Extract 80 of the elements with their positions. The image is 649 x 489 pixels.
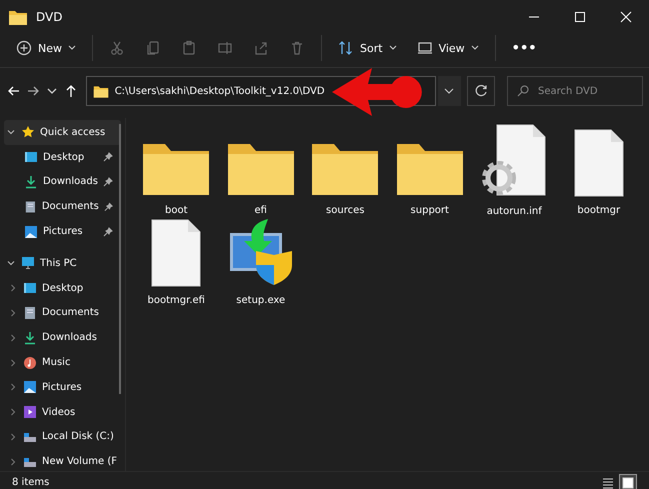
sidebar-item[interactable]: Pictures <box>4 374 121 400</box>
document-icon <box>23 306 37 320</box>
trash-icon <box>289 40 305 56</box>
close-icon <box>618 10 634 22</box>
file-name[interactable]: setup.exe <box>236 295 286 306</box>
download-icon <box>24 174 38 189</box>
chevron-down-icon <box>470 45 479 51</box>
file-name[interactable]: support <box>410 205 449 216</box>
view-button[interactable]: View <box>408 34 487 62</box>
download-icon <box>23 330 37 345</box>
sidebar-item[interactable]: Downloads <box>4 170 121 194</box>
refresh-icon <box>474 84 488 98</box>
chevron-right-icon <box>8 382 18 392</box>
sidebar-item[interactable]: Quick access <box>4 120 121 145</box>
search-field[interactable]: Search DVD <box>506 76 643 106</box>
chevron-right-icon <box>8 358 18 368</box>
plus-circle-icon <box>16 40 32 56</box>
chevron-right-icon <box>8 283 18 294</box>
blank-file-icon <box>572 129 625 197</box>
sidebar-item[interactable]: New Volume (F <box>4 449 121 471</box>
file-name[interactable]: autorun.inf <box>486 206 542 217</box>
folder-icon <box>396 141 464 197</box>
icons-view-button[interactable] <box>619 474 637 489</box>
clipboard-icon <box>181 40 197 56</box>
refresh-button[interactable] <box>466 76 495 106</box>
file-name[interactable]: sources <box>326 205 364 216</box>
chevron-down-icon <box>388 45 397 51</box>
chevron-right-icon <box>8 456 18 467</box>
file-name[interactable]: boot <box>164 205 188 216</box>
installer-icon <box>228 217 294 287</box>
folder-icon <box>311 141 380 197</box>
sidebar-item[interactable]: Local Disk (C:) <box>4 424 121 450</box>
file-name[interactable]: bootmgr <box>577 205 620 216</box>
rename-icon <box>217 40 233 56</box>
share-icon <box>253 40 269 56</box>
new-button[interactable]: New <box>8 34 84 62</box>
copy-icon <box>145 40 161 56</box>
sidebar-item[interactable]: This PC <box>4 250 121 276</box>
list-icon <box>602 476 614 488</box>
sort-arrows-icon <box>338 40 354 56</box>
monitor-icon <box>416 40 433 56</box>
item-count: 8 items <box>12 477 50 488</box>
chevron-right-icon <box>8 407 18 418</box>
address-dropdown-button[interactable] <box>438 76 461 106</box>
chevron-right-icon <box>8 332 18 343</box>
search-icon <box>516 85 529 97</box>
monitor-icon <box>21 256 35 270</box>
chevron-down-icon <box>68 45 76 51</box>
video-icon <box>23 405 37 420</box>
desktop-icon <box>24 150 38 164</box>
sidebar-item[interactable]: Downloads <box>4 325 121 350</box>
star-icon <box>21 125 35 140</box>
sidebar-item[interactable]: Videos <box>4 400 121 425</box>
window-title: DVD <box>36 10 62 24</box>
sidebar-item[interactable]: Desktop <box>4 144 121 170</box>
chevron-right-icon <box>8 308 18 318</box>
desktop-icon <box>23 281 37 296</box>
address-path: C:\Users\sakhi\Desktop\Toolkit_v12.0\DVD <box>114 86 325 96</box>
sidebar-item[interactable]: Pictures <box>4 219 121 244</box>
scissors-icon <box>109 40 125 56</box>
file-name[interactable]: efi <box>254 205 267 216</box>
sidebar-item[interactable]: Music <box>4 350 121 375</box>
sidebar-item[interactable]: Documents <box>4 300 121 326</box>
sidebar-item[interactable]: Documents <box>4 194 121 220</box>
maximize-icon <box>572 10 588 22</box>
folder-icon <box>226 141 295 197</box>
chevron-down-icon <box>444 88 454 94</box>
folder-icon <box>142 141 210 197</box>
picture-icon <box>23 380 37 394</box>
blank-file-icon <box>150 219 202 287</box>
document-icon <box>24 200 37 214</box>
music-icon <box>23 356 37 370</box>
sidebar-item[interactable]: Desktop <box>4 276 121 301</box>
tile-icon <box>622 476 634 488</box>
chevron-right-icon <box>8 432 18 442</box>
more-button[interactable]: ••• <box>504 34 545 62</box>
picture-icon <box>24 224 38 239</box>
file-name[interactable]: bootmgr.efi <box>148 295 205 306</box>
sort-button[interactable]: Sort <box>330 34 405 62</box>
folder-icon <box>92 84 109 98</box>
